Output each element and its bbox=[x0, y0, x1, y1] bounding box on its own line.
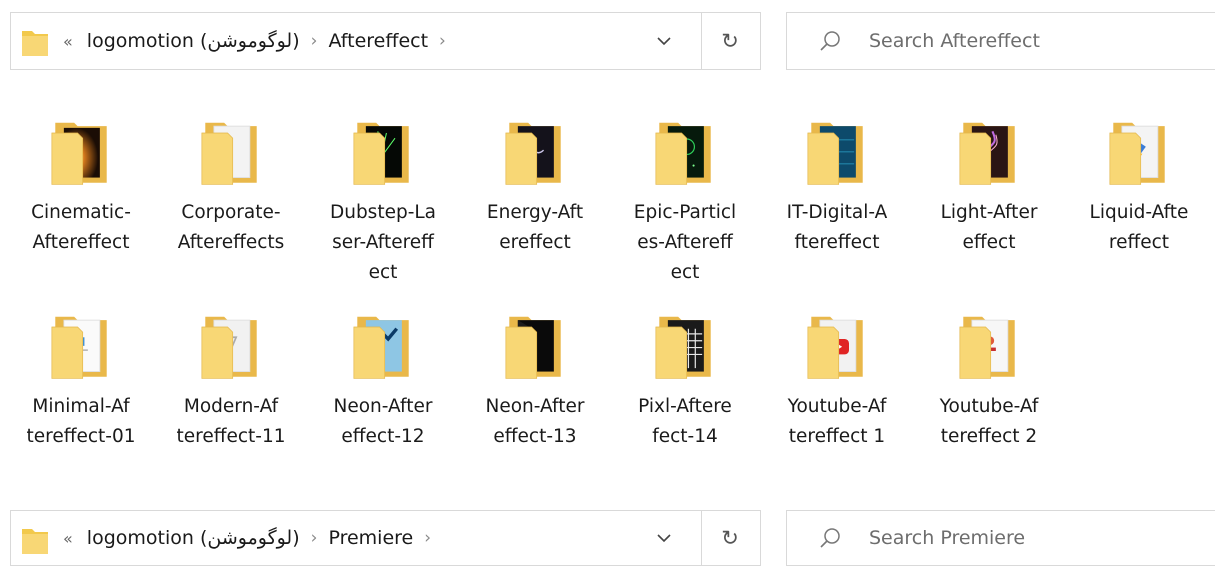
folder-icon bbox=[353, 316, 409, 379]
chevron-double-left-icon[interactable]: « bbox=[63, 529, 73, 548]
search-box[interactable]: Search Aftereffect bbox=[786, 12, 1215, 70]
divider bbox=[701, 511, 702, 565]
folder-icon bbox=[655, 316, 711, 379]
breadcrumb: « logomotion (لوگوموشن) › Aftereffect › bbox=[63, 13, 457, 69]
search-box-second[interactable]: Search Premiere bbox=[786, 510, 1215, 566]
chevron-right-icon[interactable]: › bbox=[439, 31, 446, 51]
folder-label: Corporate- Aftereffects bbox=[177, 202, 285, 253]
refresh-icon: ↻ bbox=[721, 526, 739, 550]
folder-icon bbox=[201, 316, 257, 379]
folder-icon bbox=[51, 316, 107, 379]
folder-icon bbox=[22, 31, 48, 56]
folder-label: Neon-After effect-12 bbox=[333, 396, 433, 447]
refresh-button[interactable]: ↻ bbox=[712, 13, 748, 69]
folder-item[interactable]: IT-Digital-A ftereffect bbox=[764, 108, 910, 258]
address-bar[interactable]: « logomotion (لوگوموشن) › Aftereffect › … bbox=[10, 12, 761, 70]
folder-icon bbox=[22, 529, 48, 554]
history-dropdown-button[interactable] bbox=[646, 13, 682, 69]
chevron-down-icon bbox=[657, 533, 671, 542]
folder-label: Youtube-Af tereffect 2 bbox=[939, 396, 1039, 447]
breadcrumb: « logomotion (لوگوموشن) › Premiere › bbox=[63, 511, 442, 565]
search-input[interactable]: Search Aftereffect bbox=[869, 30, 1040, 52]
folder-icon bbox=[1109, 122, 1165, 185]
folder-item[interactable]: Light-After effect bbox=[916, 108, 1062, 258]
folder-item[interactable]: Dubstep-La ser-Aftereff ect bbox=[310, 108, 456, 288]
breadcrumb-item-premiere[interactable]: Premiere bbox=[328, 527, 413, 549]
folder-item[interactable]: Minimal-Af tereffect-01 bbox=[8, 302, 154, 452]
folder-item[interactable]: Youtube-Af tereffect 2 bbox=[916, 302, 1062, 452]
breadcrumb-item-aftereffect[interactable]: Aftereffect bbox=[328, 30, 428, 52]
folder-icon bbox=[807, 316, 863, 379]
folder-label: Dubstep-La ser-Aftereff ect bbox=[329, 202, 437, 283]
folder-icon bbox=[505, 122, 561, 185]
folder-item[interactable]: Neon-After effect-12 bbox=[310, 302, 456, 452]
folder-icon: DF bbox=[201, 122, 257, 185]
folder-icon bbox=[655, 122, 711, 185]
history-dropdown-button[interactable] bbox=[646, 511, 682, 565]
folder-item[interactable]: Cinematic- Aftereffect bbox=[8, 108, 154, 258]
folder-item[interactable]: Modern-Af tereffect-11 bbox=[158, 302, 304, 452]
folder-icon bbox=[353, 122, 409, 185]
folder-label: IT-Digital-A ftereffect bbox=[786, 202, 888, 253]
folder-label: Pixl-Aftere fect-14 bbox=[638, 396, 732, 447]
address-bar-second[interactable]: « logomotion (لوگوموشن) › Premiere › ↻ bbox=[10, 510, 761, 566]
folder-icon bbox=[959, 316, 1015, 379]
folder-item[interactable]: Epic-Particl es-Aftereff ect bbox=[612, 108, 758, 288]
breadcrumb-item-logomotion[interactable]: logomotion (لوگوموشن) bbox=[87, 527, 300, 549]
folder-label: Cinematic- Aftereffect bbox=[31, 202, 131, 253]
refresh-icon: ↻ bbox=[721, 29, 739, 53]
chevron-right-icon[interactable]: › bbox=[311, 31, 318, 51]
chevron-down-icon bbox=[657, 36, 671, 45]
chevron-right-icon[interactable]: › bbox=[424, 528, 431, 548]
folder-label: Neon-After effect-13 bbox=[485, 396, 585, 447]
folder-label: Minimal-Af tereffect-01 bbox=[26, 396, 136, 447]
search-icon bbox=[820, 31, 840, 51]
search-icon bbox=[820, 528, 840, 548]
divider bbox=[701, 13, 702, 69]
folder-icon bbox=[505, 316, 561, 379]
folder-item[interactable]: Energy-Aft ereffect bbox=[462, 108, 608, 258]
folder-label: Liquid-Afte reffect bbox=[1089, 202, 1189, 253]
folder-item[interactable]: Pixl-Aftere fect-14 bbox=[612, 302, 758, 452]
refresh-button[interactable]: ↻ bbox=[712, 511, 748, 565]
breadcrumb-item-logomotion[interactable]: logomotion (لوگوموشن) bbox=[87, 30, 300, 52]
folder-label: Epic-Particl es-Aftereff ect bbox=[633, 202, 737, 283]
folder-label: Light-After effect bbox=[940, 202, 1038, 253]
chevron-right-icon[interactable]: › bbox=[311, 528, 318, 548]
folder-item[interactable]: Neon-After effect-13 bbox=[462, 302, 608, 452]
folder-label: Youtube-Af tereffect 1 bbox=[787, 396, 887, 447]
folder-icon bbox=[807, 122, 863, 185]
folder-icon bbox=[959, 122, 1015, 185]
folder-icon bbox=[51, 122, 107, 185]
search-input[interactable]: Search Premiere bbox=[869, 527, 1025, 549]
folder-item[interactable]: Youtube-Af tereffect 1 bbox=[764, 302, 910, 452]
folder-item[interactable]: DF Corporate- Aftereffects bbox=[158, 108, 304, 258]
folder-label: Energy-Aft ereffect bbox=[486, 202, 584, 253]
folder-label: Modern-Af tereffect-11 bbox=[176, 396, 286, 447]
folder-item[interactable]: Liquid-Afte reffect bbox=[1066, 108, 1212, 258]
chevron-double-left-icon[interactable]: « bbox=[63, 32, 73, 51]
